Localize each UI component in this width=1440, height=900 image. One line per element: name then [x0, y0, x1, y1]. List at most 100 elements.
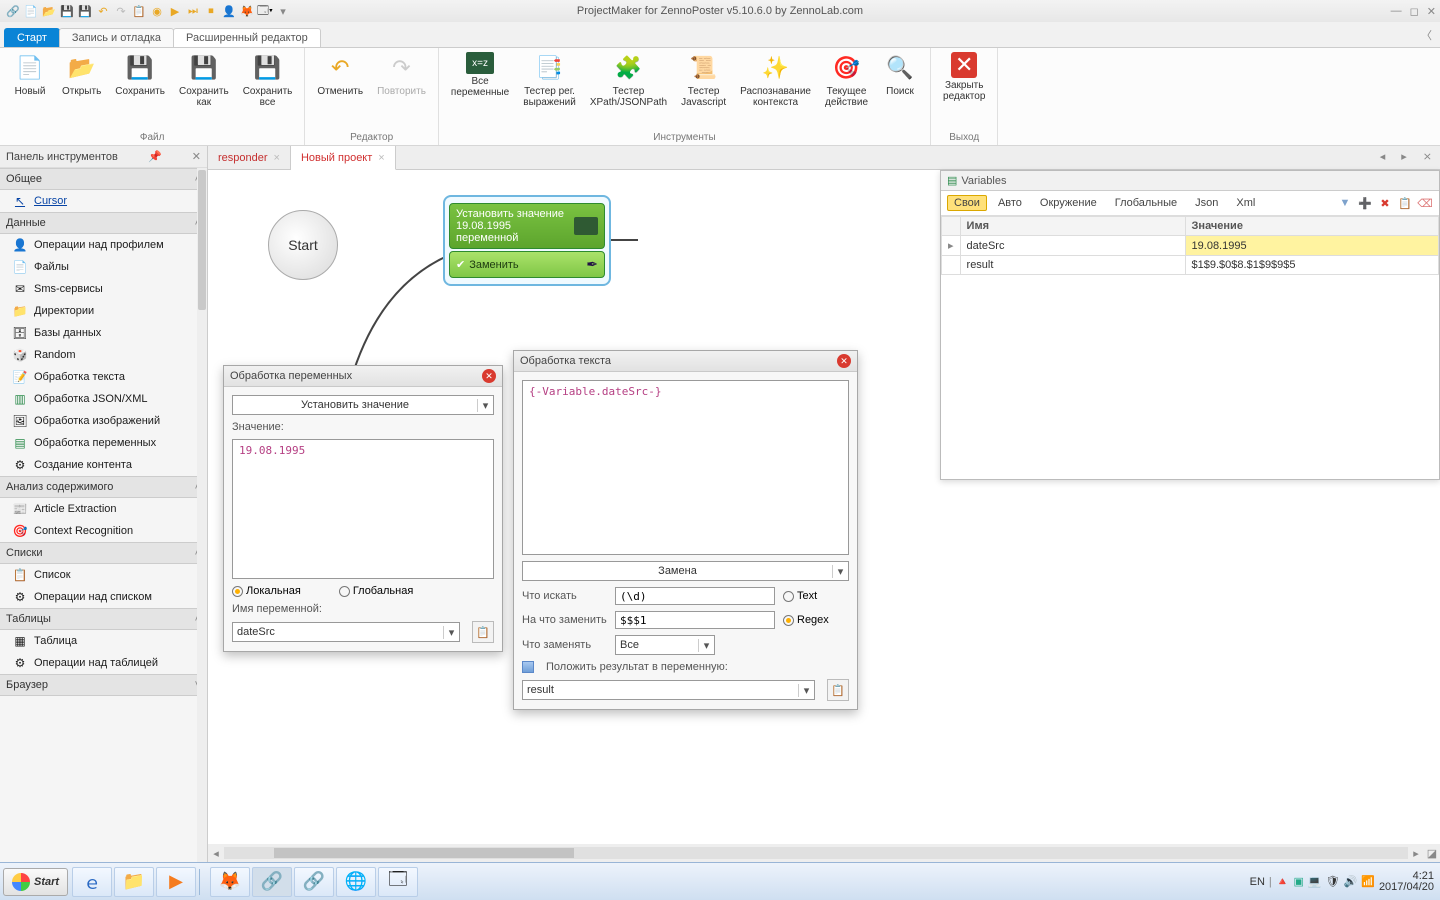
- tab-start[interactable]: Старт: [4, 28, 60, 47]
- zenno-icon[interactable]: 🔗: [252, 867, 292, 897]
- item-content[interactable]: ⚙Создание контента: [0, 454, 207, 476]
- tab-nav-close[interactable]: ⨯: [1415, 146, 1440, 169]
- node-replace[interactable]: ✔Заменить✒: [449, 251, 605, 278]
- app5-icon[interactable]: 🗔: [378, 867, 418, 897]
- item-dirs[interactable]: 📁Директории: [0, 300, 207, 322]
- copy-button[interactable]: 📋: [472, 621, 494, 643]
- table-row[interactable]: result$1$9.$0$8.$1$9$9$5: [942, 256, 1439, 275]
- section-data[interactable]: Данные˄: [0, 212, 207, 234]
- item-img[interactable]: 🖼Обработка изображений: [0, 410, 207, 432]
- add-icon[interactable]: ➕: [1357, 197, 1373, 210]
- chevron-down-icon[interactable]: ▾: [832, 565, 848, 578]
- text-input-box[interactable]: {-Variable.dateSrc-}: [522, 380, 849, 555]
- ribbon-vars[interactable]: x=zВсе переменные: [445, 50, 515, 100]
- copy-icon[interactable]: 📋: [1397, 197, 1413, 210]
- ribbon-regex[interactable]: 📑Тестер рег. выражений: [517, 50, 582, 110]
- ribbon-save-as[interactable]: 💾Сохранить как: [173, 50, 235, 110]
- vartab-own[interactable]: Свои: [947, 195, 987, 211]
- action-select[interactable]: Установить значение▾: [232, 395, 494, 415]
- pin-icon[interactable]: 📌: [148, 150, 162, 163]
- chevron-down-icon[interactable]: ▾: [443, 626, 459, 639]
- overflow-icon[interactable]: ▾: [276, 4, 290, 18]
- ribbon-save[interactable]: 💾Сохранить: [109, 50, 171, 99]
- item-random[interactable]: 🎲Random: [0, 344, 207, 366]
- redo-icon[interactable]: ↷: [114, 4, 128, 18]
- toolpanel-scrollbar[interactable]: [197, 168, 207, 862]
- ribbon-save-all[interactable]: 💾Сохранить все: [237, 50, 299, 110]
- erase-icon[interactable]: ⌫: [1417, 197, 1433, 210]
- section-tables[interactable]: Таблицы˄: [0, 608, 207, 630]
- close-panel-icon[interactable]: ✕: [192, 150, 201, 163]
- tab-nav-left[interactable]: ◂: [1372, 146, 1394, 169]
- section-general[interactable]: Общее˄: [0, 168, 207, 190]
- item-files[interactable]: 📄Файлы: [0, 256, 207, 278]
- replace-input[interactable]: [615, 611, 775, 629]
- mode-regex[interactable]: Regex: [783, 614, 829, 626]
- result-var-select[interactable]: result▾: [522, 680, 815, 700]
- tray-icon[interactable]: 📶: [1361, 875, 1375, 888]
- value-input[interactable]: 19.08.1995: [232, 439, 494, 579]
- item-article[interactable]: 📰Article Extraction: [0, 498, 207, 520]
- ribbon-close-editor[interactable]: ✕Закрыть редактор: [937, 50, 991, 104]
- tray-icon[interactable]: 🔊: [1344, 875, 1358, 888]
- copy-button[interactable]: 📋: [827, 679, 849, 701]
- item-tableop[interactable]: ⚙Операции над таблицей: [0, 652, 207, 674]
- start-node[interactable]: Start: [268, 210, 338, 280]
- node-set-variable[interactable]: Установить значение 19.08.1995 переменно…: [449, 203, 605, 249]
- copy-icon[interactable]: 📋: [132, 4, 146, 18]
- ribbon-undo[interactable]: ↶Отменить: [311, 50, 369, 99]
- play1-icon[interactable]: ◉: [150, 4, 164, 18]
- new-icon[interactable]: 📄: [24, 4, 38, 18]
- filter-icon[interactable]: ▼: [1337, 197, 1353, 210]
- start-button[interactable]: Start: [3, 868, 68, 896]
- section-browser[interactable]: Браузер˅: [0, 674, 207, 696]
- open-icon[interactable]: 📂: [42, 4, 56, 18]
- ie-icon[interactable]: ｅ: [72, 867, 112, 897]
- chevron-down-icon[interactable]: ▾: [477, 399, 493, 412]
- scroll-left-icon[interactable]: ◂: [208, 847, 224, 860]
- app4-icon[interactable]: 🌐: [336, 867, 376, 897]
- app3-icon[interactable]: 🔗: [294, 867, 334, 897]
- close-window-icon[interactable]: ✕: [1427, 5, 1436, 18]
- text-action-select[interactable]: Замена▾: [522, 561, 849, 581]
- close-icon[interactable]: ×: [378, 152, 384, 164]
- ribbon-xpath[interactable]: 🧩Тестер XPath/JSONPath: [584, 50, 673, 110]
- media-icon[interactable]: ▶: [156, 867, 196, 897]
- maximize-icon[interactable]: ◻: [1410, 5, 1419, 18]
- varname-select[interactable]: dateSrc▾: [232, 622, 460, 642]
- scroll-right-icon[interactable]: ▸: [1408, 847, 1424, 860]
- section-lists[interactable]: Списки˄: [0, 542, 207, 564]
- table-row[interactable]: ▸dateSrc19.08.1995: [942, 236, 1439, 256]
- put-result-checkbox[interactable]: [522, 661, 534, 673]
- tab-nav-right[interactable]: ▸: [1393, 146, 1415, 169]
- window-icon[interactable]: 🗔▾: [258, 4, 272, 18]
- dialog-title[interactable]: Обработка переменных✕: [224, 366, 502, 387]
- item-list[interactable]: 📋Список: [0, 564, 207, 586]
- item-db[interactable]: 🗄Базы данных: [0, 322, 207, 344]
- ribbon-js[interactable]: 📜Тестер Javascript: [675, 50, 732, 110]
- dialog-title[interactable]: Обработка текста✕: [514, 351, 857, 372]
- item-text[interactable]: 📝Обработка текста: [0, 366, 207, 388]
- explorer-icon[interactable]: 📁: [114, 867, 154, 897]
- play2-icon[interactable]: ▶: [168, 4, 182, 18]
- vartab-xml[interactable]: Xml: [1229, 195, 1262, 211]
- delete-icon[interactable]: ✖: [1377, 197, 1393, 210]
- undo-icon[interactable]: ↶: [96, 4, 110, 18]
- node-group[interactable]: Установить значение 19.08.1995 переменно…: [443, 195, 611, 286]
- variables-title[interactable]: ▤Variables: [941, 171, 1439, 191]
- what-select[interactable]: Все▾: [615, 635, 715, 655]
- ribbon-collapse-icon[interactable]: 〈: [1413, 23, 1440, 47]
- tab-editor[interactable]: Расширенный редактор: [173, 28, 321, 47]
- vartab-json[interactable]: Json: [1188, 195, 1225, 211]
- canvas-hscrollbar[interactable]: ◂ ▸ ◪: [208, 844, 1440, 862]
- item-vars[interactable]: ▤Обработка переменных: [0, 432, 207, 454]
- save-icon[interactable]: 💾: [60, 4, 74, 18]
- vartab-auto[interactable]: Авто: [991, 195, 1029, 211]
- ribbon-open[interactable]: 📂Открыть: [56, 50, 107, 99]
- doc-tab-responder[interactable]: responder×: [208, 146, 291, 169]
- canvas-option-icon[interactable]: ◪: [1424, 847, 1440, 860]
- section-analysis[interactable]: Анализ содержимого˄: [0, 476, 207, 498]
- ribbon-ctx[interactable]: ✨Распознавание контекста: [734, 50, 817, 110]
- tray-icon[interactable]: 🔺: [1276, 875, 1290, 888]
- person-icon[interactable]: 👤: [222, 4, 236, 18]
